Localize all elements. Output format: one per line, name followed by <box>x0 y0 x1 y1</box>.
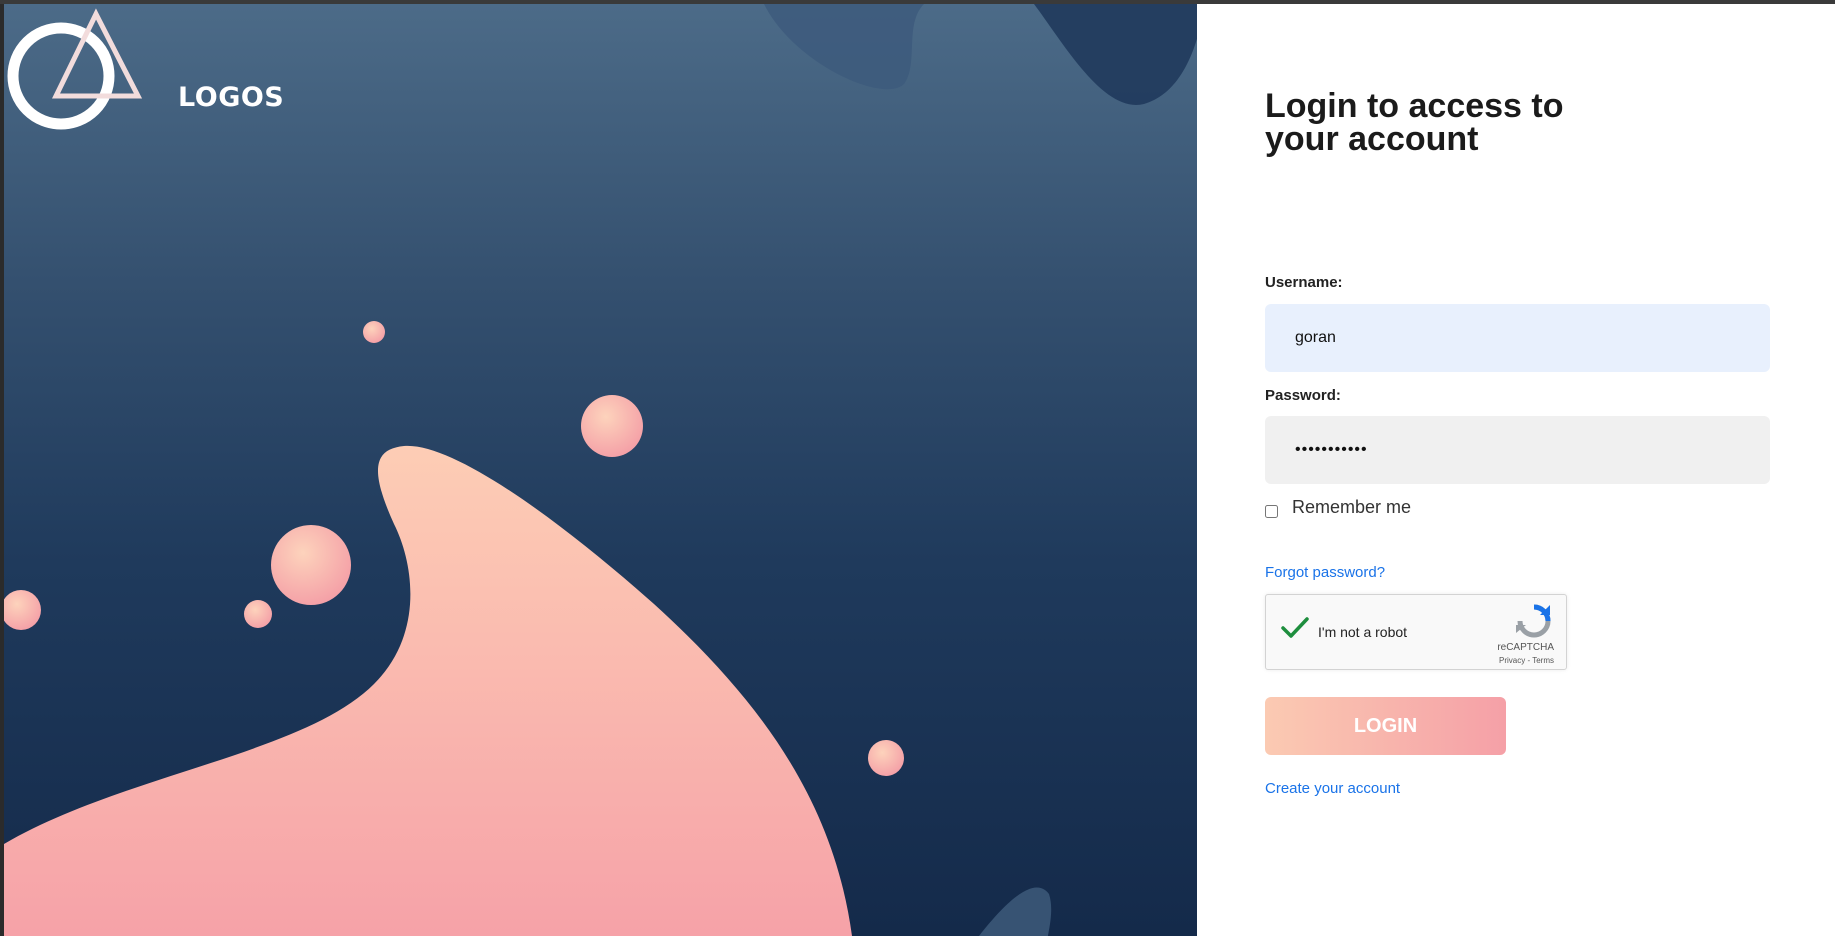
hero-illustration-panel: LOGOS <box>0 4 1197 936</box>
login-panel: Login to access to your account Username… <box>1197 4 1835 936</box>
recaptcha-widget: I'm not a robot reCAPTCHA Privacy - Term… <box>1265 594 1567 670</box>
username-input[interactable] <box>1265 304 1770 372</box>
logo-text: LOGOS <box>178 82 285 113</box>
remember-me-option[interactable]: Remember me <box>1265 497 1411 522</box>
login-button[interactable]: LOGIN <box>1265 697 1506 755</box>
recaptcha-brand: reCAPTCHA <box>1497 642 1554 653</box>
forgot-password-link[interactable]: Forgot password? <box>1265 564 1385 581</box>
top-wave-shape <box>764 4 924 90</box>
username-label: Username: <box>1265 274 1343 291</box>
remember-me-label: Remember me <box>1292 497 1412 517</box>
password-input[interactable]: ••••••••••• <box>1265 416 1770 484</box>
bubble <box>271 525 351 605</box>
recaptcha-links[interactable]: Privacy - Terms <box>1499 656 1554 665</box>
captcha-checkmark-icon[interactable] <box>1280 615 1310 641</box>
logo-mark-icon <box>7 8 143 130</box>
recaptcha-logo-icon <box>1516 604 1551 638</box>
bubble <box>868 740 904 776</box>
bubble <box>581 395 643 457</box>
remember-me-checkbox[interactable] <box>1265 505 1278 518</box>
page-title: Login to access to your account <box>1265 87 1564 158</box>
bubble <box>4 590 41 630</box>
create-account-link[interactable]: Create your account <box>1265 780 1400 797</box>
pink-blob-shape <box>4 445 852 936</box>
bottom-wave-shape <box>979 887 1052 936</box>
top-right-wave-shape <box>1034 4 1197 105</box>
bubble <box>363 321 385 343</box>
bubble <box>244 600 272 628</box>
password-label: Password: <box>1265 387 1341 404</box>
password-mask: ••••••••••• <box>1295 441 1368 458</box>
hero-background-art <box>4 4 1197 936</box>
captcha-label: I'm not a robot <box>1318 624 1408 640</box>
